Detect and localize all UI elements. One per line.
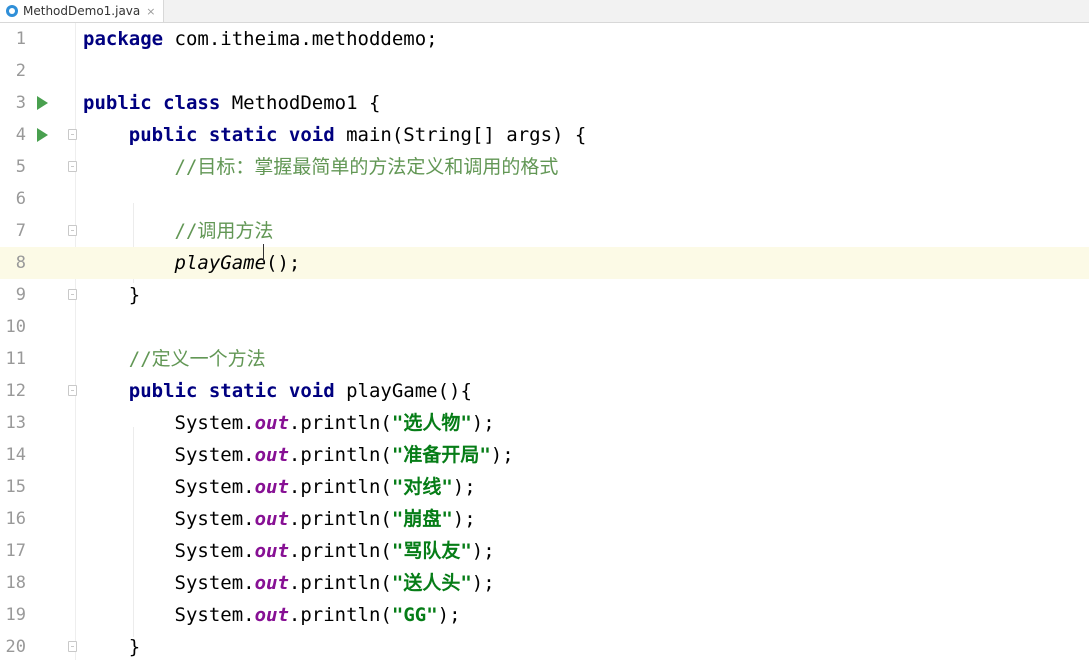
code-line[interactable]: 12 public static void playGame(){ <box>0 375 1089 407</box>
line-number: 20 <box>5 637 26 657</box>
java-class-icon <box>6 5 18 17</box>
line-number: 18 <box>5 573 26 593</box>
file-tab[interactable]: MethodDemo1.java × <box>0 0 164 22</box>
code-text: //调用方法 <box>174 220 274 242</box>
fold-marker-icon[interactable] <box>68 129 77 140</box>
fold-marker-icon[interactable] <box>68 641 77 652</box>
code-line[interactable]: 5 //目标：掌握最简单的方法定义和调用的格式 <box>0 151 1089 183</box>
code-line[interactable]: 16 System.out.println("崩盘"); <box>0 503 1089 535</box>
line-number: 3 <box>15 93 26 113</box>
code-line[interactable]: 8 playGame(); <box>0 247 1089 279</box>
code-line[interactable]: 13 System.out.println("选人物"); <box>0 407 1089 439</box>
code-text: System.out.println("选人物"); <box>83 412 495 434</box>
code-line[interactable]: 7 //调用方法 <box>0 215 1089 247</box>
line-number: 14 <box>5 445 26 465</box>
code-text: package com.itheima.methoddemo; <box>83 28 438 50</box>
fold-marker-icon[interactable] <box>68 289 77 300</box>
fold-marker-icon[interactable] <box>68 225 77 236</box>
line-number: 8 <box>15 253 26 273</box>
line-number: 5 <box>15 157 26 177</box>
code-editor[interactable]: 1 package com.itheima.methoddemo; 2 3 public… <box>0 23 1089 660</box>
code-text: } <box>83 636 141 658</box>
line-number: 1 <box>15 29 26 49</box>
tab-filename: MethodDemo1.java <box>23 4 141 18</box>
line-number: 19 <box>5 605 26 625</box>
fold-marker-icon[interactable] <box>68 385 77 396</box>
code-text: public static void main(String[] args) { <box>128 124 587 146</box>
line-number: 13 <box>5 413 26 433</box>
line-number: 6 <box>15 189 26 209</box>
line-number: 16 <box>5 509 26 529</box>
code-text: public static void playGame(){ <box>128 380 472 402</box>
code-text: System.out.println("准备开局"); <box>83 444 514 466</box>
code-text: //定义一个方法 <box>128 348 266 370</box>
code-text: System.out.println("GG"); <box>83 604 461 626</box>
code-text: System.out.println("骂队友"); <box>83 540 495 562</box>
fold-marker-icon[interactable] <box>68 161 77 172</box>
editor-tab-bar: MethodDemo1.java × <box>0 0 1089 23</box>
close-icon[interactable]: × <box>146 5 155 18</box>
code-line[interactable]: 9 } <box>0 279 1089 311</box>
run-arrow-icon[interactable] <box>37 96 48 110</box>
line-number: 12 <box>5 381 26 401</box>
code-text: System.out.println("崩盘"); <box>83 508 476 530</box>
code-text: playGame(); <box>174 252 301 274</box>
run-arrow-icon[interactable] <box>37 128 48 142</box>
line-number: 11 <box>5 349 26 369</box>
code-text: System.out.println("送人头"); <box>83 572 495 594</box>
code-line[interactable]: 19 System.out.println("GG"); <box>0 599 1089 631</box>
line-number: 9 <box>15 285 26 305</box>
code-text: } <box>83 284 141 306</box>
code-line[interactable]: 10 <box>0 311 1089 343</box>
code-text: System.out.println("对线"); <box>83 476 476 498</box>
line-number: 10 <box>5 317 26 337</box>
code-line[interactable]: 17 System.out.println("骂队友"); <box>0 535 1089 567</box>
code-line[interactable]: 1 package com.itheima.methoddemo; <box>0 23 1089 55</box>
line-number: 4 <box>15 125 26 145</box>
code-text: //目标：掌握最简单的方法定义和调用的格式 <box>174 156 559 178</box>
code-line[interactable]: 11 //定义一个方法 <box>0 343 1089 375</box>
code-line[interactable]: 14 System.out.println("准备开局"); <box>0 439 1089 471</box>
code-line[interactable]: 2 <box>0 55 1089 87</box>
code-line[interactable]: 3 public class MethodDemo1 { <box>0 87 1089 119</box>
line-number: 17 <box>5 541 26 561</box>
code-text: public class MethodDemo1 { <box>83 92 381 114</box>
code-line[interactable]: 4 public static void main(String[] args)… <box>0 119 1089 151</box>
code-line[interactable]: 6 <box>0 183 1089 215</box>
line-number: 7 <box>15 221 26 241</box>
code-line[interactable]: 18 System.out.println("送人头"); <box>0 567 1089 599</box>
line-number: 15 <box>5 477 26 497</box>
line-number: 2 <box>15 61 26 81</box>
text-cursor <box>263 244 264 262</box>
code-line[interactable]: 20 } <box>0 631 1089 663</box>
code-line[interactable]: 15 System.out.println("对线"); <box>0 471 1089 503</box>
